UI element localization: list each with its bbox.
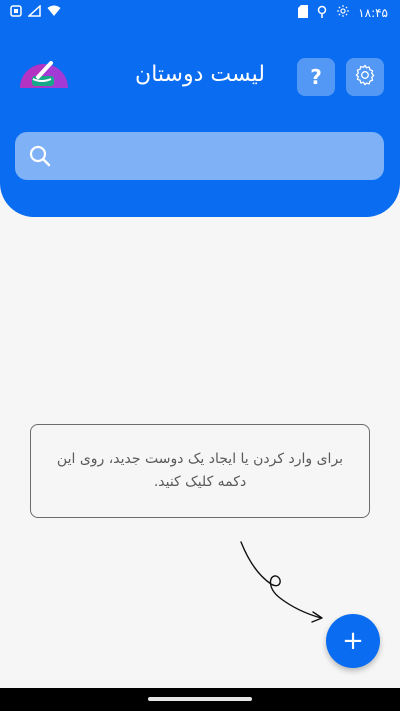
gear-icon bbox=[354, 64, 376, 90]
help-icon: ? bbox=[310, 65, 322, 89]
search-icon bbox=[29, 145, 51, 171]
app-header bbox=[0, 0, 400, 217]
home-handle[interactable] bbox=[148, 697, 252, 701]
status-bar: ۱۸:۴۵ bbox=[0, 0, 400, 26]
system-navigation-bar bbox=[0, 688, 400, 711]
notification-icon bbox=[10, 5, 22, 20]
empty-state-hint: برای وارد کردن یا ایجاد یک دوست جدید، رو… bbox=[30, 424, 370, 518]
search-input[interactable] bbox=[67, 140, 371, 174]
app-logo bbox=[20, 52, 68, 88]
wifi-icon bbox=[47, 5, 61, 20]
signal-icon bbox=[27, 4, 41, 20]
plus-icon: + bbox=[342, 626, 364, 656]
sd-card-icon bbox=[298, 4, 309, 21]
settings-button[interactable] bbox=[346, 58, 384, 96]
hint-arrow-icon bbox=[240, 541, 323, 623]
help-button[interactable]: ? bbox=[297, 58, 335, 96]
search-bar[interactable] bbox=[15, 132, 384, 180]
status-time: ۱۸:۴۵ bbox=[358, 5, 388, 20]
page-title: لیست دوستان bbox=[135, 62, 265, 87]
location-icon bbox=[316, 5, 328, 21]
hint-text: برای وارد کردن یا ایجاد یک دوست جدید، رو… bbox=[56, 451, 344, 490]
add-friend-button[interactable]: + bbox=[326, 614, 380, 668]
settings-gear-icon bbox=[336, 4, 350, 21]
